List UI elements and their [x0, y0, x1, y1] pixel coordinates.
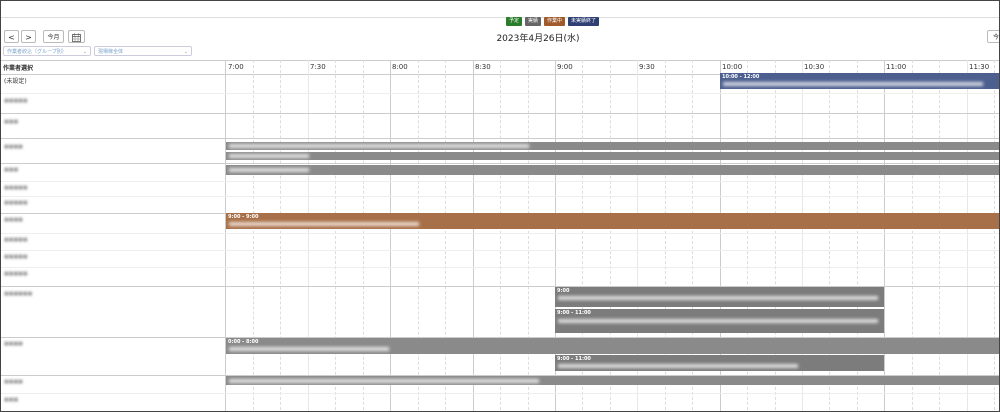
row-label-worker[interactable]: ■■■■■■: [4, 291, 32, 297]
event-time: 10:00 - 12:00: [722, 74, 760, 80]
row-divider: [1, 233, 999, 234]
row-label-worker[interactable]: ■■■: [4, 397, 18, 403]
time-tick: 11:00: [886, 63, 907, 71]
schedule-event[interactable]: [226, 152, 999, 160]
row-divider: [1, 250, 999, 251]
date-title: 2023年4月26日(水): [496, 34, 580, 44]
schedule-event[interactable]: 0:00 - 8:00: [226, 338, 999, 354]
time-tick: 9:30: [639, 63, 655, 71]
schedule-event[interactable]: [226, 376, 999, 385]
legend-in-progress: 作業中: [544, 17, 566, 26]
status-legend: 予定 実績 作業中 未実績終了: [506, 17, 600, 26]
time-tick: 9:00: [557, 63, 573, 71]
time-tick: 7:00: [228, 63, 244, 71]
event-time: 9:00 - 11:00: [557, 356, 591, 362]
schedule-event[interactable]: 9:00 - 9:00: [226, 213, 999, 229]
row-divider: [1, 267, 999, 268]
row-divider: [1, 196, 999, 197]
row-label-worker[interactable]: ■■■■: [4, 217, 23, 223]
row-label-worker[interactable]: ■■■: [4, 167, 18, 173]
row-label-unassigned[interactable]: (未設定): [4, 76, 27, 85]
row-divider: [1, 393, 999, 394]
schedule-window: 予定 実績 作業中 未実績終了 < > 今月 今 2023年4月26日(水) 作…: [0, 0, 1000, 412]
group-filter-value: 作業者絞込（グループ別）: [7, 49, 67, 55]
schedule-event[interactable]: 9:00 - 11:00: [555, 355, 884, 371]
schedule-event[interactable]: 10:00 - 12:00: [720, 73, 999, 89]
event-detail-blurred: [558, 364, 798, 368]
schedule-event[interactable]: [226, 142, 999, 150]
event-time: 9:00 - 9:00: [228, 214, 259, 220]
schedule-event[interactable]: 9:00: [555, 287, 884, 307]
row-label-worker[interactable]: ■■■: [4, 119, 18, 125]
time-tick: 8:00: [392, 63, 408, 71]
row-divider: [1, 113, 999, 114]
row-label-worker[interactable]: ■■■■■: [4, 98, 28, 104]
schedule-event[interactable]: [226, 165, 999, 175]
chevron-down-icon: ⌄: [82, 49, 87, 55]
row-divider: [1, 93, 999, 94]
legend-actual: 実績: [525, 17, 542, 26]
event-time: 9:00: [557, 288, 570, 294]
event-detail-blurred: [723, 82, 983, 86]
event-time: 9:00 - 11:00: [557, 310, 591, 316]
top-divider: [1, 17, 999, 18]
row-label-worker[interactable]: ■■■■■: [4, 185, 28, 191]
time-tick: 10:00: [722, 63, 743, 71]
event-detail-blurred: [558, 296, 878, 300]
row-label-worker[interactable]: ■■■■: [4, 341, 23, 347]
row-label-worker[interactable]: ■■■■: [4, 144, 23, 150]
event-detail-blurred: [229, 154, 309, 158]
row-label-worker[interactable]: ■■■■■: [4, 237, 28, 243]
legend-unfinished: 未実績終了: [568, 17, 600, 26]
row-divider: [1, 163, 999, 164]
event-detail-blurred: [558, 319, 878, 323]
event-detail-blurred: [229, 347, 389, 351]
row-label-worker[interactable]: ■■■■■: [4, 254, 28, 260]
row-label-worker[interactable]: ■■■■: [4, 379, 23, 385]
schedule-event[interactable]: 9:00 - 11:00: [555, 309, 884, 333]
event-detail-blurred: [229, 379, 539, 383]
row-label-worker[interactable]: ■■■■■: [4, 200, 28, 206]
event-detail-blurred: [229, 222, 419, 226]
row-label-worker[interactable]: ■■■■■: [4, 271, 28, 277]
time-tick: 11:30: [969, 63, 990, 71]
row-divider: [1, 138, 999, 139]
event-detail-blurred: [229, 144, 529, 148]
time-tick: 10:30: [804, 63, 825, 71]
time-tick: 7:30: [310, 63, 326, 71]
scope-filter-value: 現場稼全体: [98, 49, 124, 55]
row-divider: [1, 181, 999, 182]
time-tick: 8:30: [475, 63, 491, 71]
legend-planned: 予定: [506, 17, 523, 26]
event-time: 0:00 - 8:00: [228, 339, 259, 345]
scope-filter-select[interactable]: 現場稼全体 ⌄: [94, 46, 192, 56]
worker-select-label[interactable]: 作業者選択: [3, 63, 33, 72]
group-filter-select[interactable]: 作業者絞込（グループ別） ⌄: [3, 46, 91, 56]
chevron-down-icon: ⌄: [183, 49, 188, 55]
event-detail-blurred: [229, 168, 309, 172]
